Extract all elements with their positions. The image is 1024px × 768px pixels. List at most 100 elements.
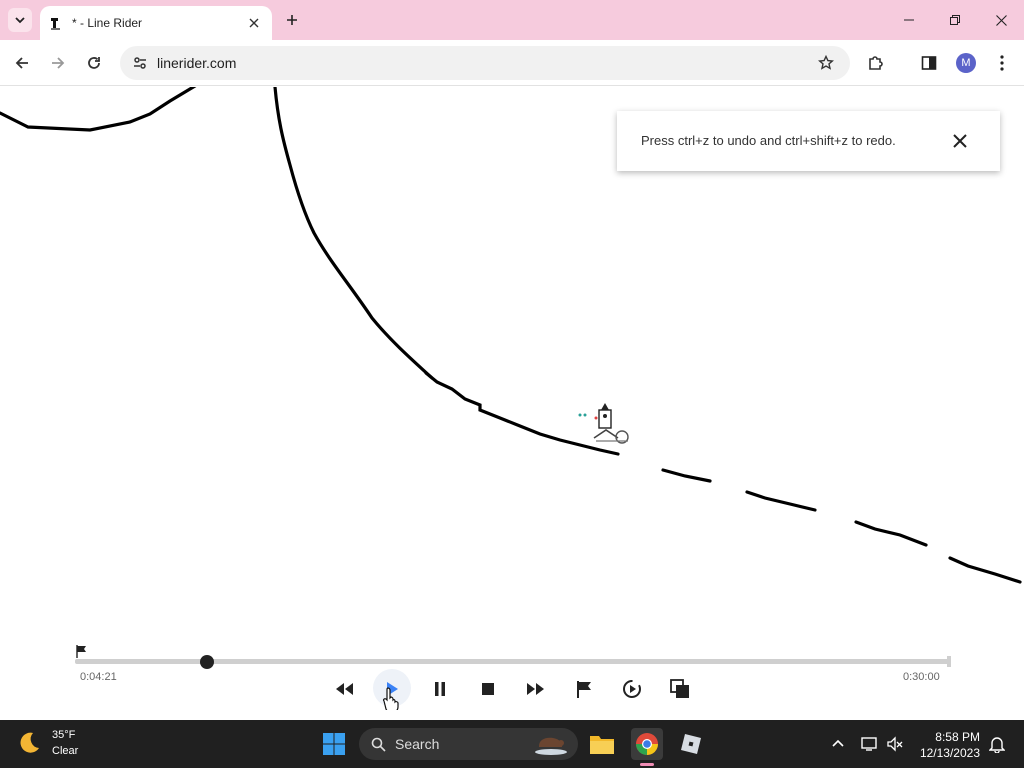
- url-text: linerider.com: [157, 55, 237, 71]
- timeline-thumb[interactable]: [200, 655, 215, 669]
- clock-date: 12/13/2023: [919, 746, 980, 760]
- track-line: [0, 87, 197, 132]
- tune-icon: [134, 57, 146, 69]
- taskbar-search[interactable]: Search: [359, 728, 578, 760]
- moon-icon: [20, 732, 39, 753]
- minimize-icon: [904, 19, 914, 21]
- notifications-button[interactable]: [987, 734, 1007, 754]
- roblox-icon: [681, 734, 701, 754]
- tab-close-button[interactable]: [244, 13, 264, 33]
- back-button[interactable]: [8, 49, 36, 77]
- menu-button[interactable]: [988, 49, 1016, 77]
- bookmark-button[interactable]: [816, 53, 836, 73]
- close-window-button[interactable]: [978, 0, 1024, 40]
- close-icon: [953, 134, 967, 148]
- plus-icon: [287, 15, 297, 25]
- flag-button[interactable]: [571, 676, 597, 702]
- address-bar[interactable]: linerider.com: [120, 46, 850, 80]
- more-vertical-icon: [1000, 55, 1004, 71]
- track-line: [424, 371, 620, 456]
- current-time: 0:04:21: [80, 671, 117, 683]
- volume-status[interactable]: [885, 734, 905, 754]
- tab-title: * - Line Rider: [72, 16, 143, 30]
- start-button[interactable]: [318, 728, 350, 760]
- display-icon: [861, 737, 877, 751]
- tab-search-button[interactable]: [8, 8, 32, 32]
- site-info-button[interactable]: [128, 51, 152, 75]
- browser-toolbar: linerider.com: [0, 40, 1024, 86]
- line-rider-canvas[interactable]: Press ctrl+z to undo and ctrl+shift+z to…: [0, 87, 1024, 720]
- close-icon: [249, 18, 259, 28]
- flag-icon: [577, 681, 591, 698]
- search-label: Search: [395, 736, 440, 752]
- track-line: [745, 490, 817, 512]
- side-panel-icon: [921, 56, 937, 70]
- onion-skin-button[interactable]: [667, 676, 693, 702]
- toast-close-button[interactable]: [950, 131, 970, 151]
- folder-icon: [590, 736, 614, 754]
- hand-cursor-icon: [383, 687, 399, 710]
- timeline-end-marker: [947, 656, 951, 667]
- puzzle-icon: [869, 56, 883, 70]
- track-line: [661, 468, 712, 483]
- weather-widget[interactable]: 35°F Clear: [16, 727, 78, 759]
- line-rider-favicon-icon: [51, 18, 60, 30]
- active-tab[interactable]: * - Line Rider: [40, 6, 272, 40]
- arrow-left-icon: [15, 57, 28, 69]
- weather-condition: Clear: [52, 745, 79, 757]
- pause-icon: [435, 682, 445, 696]
- clock-time: 8:58 PM: [935, 730, 980, 744]
- speaker-muted-icon: [887, 736, 903, 752]
- search-highlight-image-icon: [535, 737, 567, 755]
- windows-taskbar: 35°F Clear Search 8:58 PM 12/13/2023: [0, 720, 1024, 768]
- side-panel-button[interactable]: [915, 49, 943, 77]
- file-explorer-button[interactable]: [586, 728, 618, 760]
- restore-icon: [950, 15, 960, 25]
- bell-icon: [989, 737, 1005, 753]
- track-line: [273, 87, 434, 380]
- roblox-button[interactable]: [675, 728, 707, 760]
- profile-avatar[interactable]: M: [956, 53, 976, 73]
- rider-sprite: [578, 403, 629, 444]
- chevron-down-icon: [15, 17, 25, 24]
- restore-button[interactable]: [932, 0, 978, 40]
- rewind-button[interactable]: [331, 676, 357, 702]
- show-hidden-icons-button[interactable]: [828, 734, 848, 754]
- pause-button[interactable]: [427, 676, 453, 702]
- active-app-indicator: [640, 763, 654, 766]
- close-icon: [995, 14, 1007, 26]
- weather-temp: 35°F: [52, 729, 76, 741]
- forward-button[interactable]: [44, 49, 72, 77]
- star-icon: [818, 55, 834, 70]
- undo-hint-toast: Press ctrl+z to undo and ctrl+shift+z to…: [617, 111, 1000, 171]
- chrome-icon: [636, 733, 658, 755]
- windows-icon: [323, 733, 345, 755]
- end-time: 0:30:00: [903, 671, 940, 683]
- replay-circle-icon: [623, 680, 641, 698]
- track-line: [948, 556, 1022, 584]
- new-tab-button[interactable]: [280, 8, 304, 32]
- track-line: [854, 520, 928, 547]
- chevron-up-icon: [832, 739, 844, 747]
- layers-icon: [670, 679, 689, 698]
- toast-message: Press ctrl+z to undo and ctrl+shift+z to…: [641, 133, 896, 148]
- fast-forward-icon: [527, 683, 544, 695]
- track-drawing: [0, 87, 1022, 584]
- stop-icon: [482, 683, 494, 695]
- tab-strip: * - Line Rider: [0, 0, 1024, 40]
- fast-forward-button[interactable]: [523, 676, 549, 702]
- start-flag-icon[interactable]: [75, 644, 89, 658]
- search-icon: [371, 737, 386, 752]
- playback-controls: 0:04:21 0:30:00: [0, 640, 1024, 720]
- extensions-button[interactable]: [862, 49, 890, 77]
- arrow-right-icon: [52, 57, 65, 69]
- network-status[interactable]: [860, 734, 880, 754]
- chrome-taskbar-button[interactable]: [631, 728, 663, 760]
- system-clock[interactable]: 8:58 PM 12/13/2023: [914, 729, 980, 761]
- stop-button[interactable]: [475, 676, 501, 702]
- reload-button[interactable]: [80, 49, 108, 77]
- reload-icon: [88, 57, 100, 69]
- rewind-icon: [336, 683, 353, 695]
- camera-follow-button[interactable]: [619, 676, 645, 702]
- minimize-button[interactable]: [886, 0, 932, 40]
